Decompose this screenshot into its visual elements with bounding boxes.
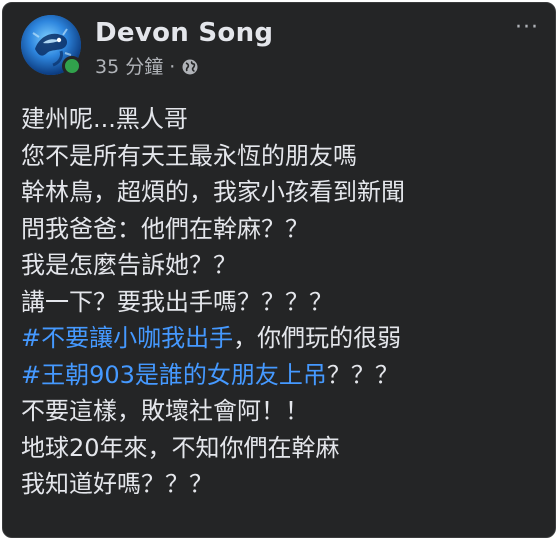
meta-separator: ·: [169, 56, 176, 78]
author-name[interactable]: Devon Song: [95, 17, 273, 49]
line-text: 幹林鳥，超煩的，我家小孩看到新聞: [21, 178, 405, 206]
post-line: 問我爸爸：他們在幹麻？？: [21, 211, 545, 248]
post-line: 您不是所有天王最永恆的朋友嗎: [21, 138, 545, 175]
post-header: Devon Song 35 分鐘 · ···: [21, 15, 543, 87]
post-line: 建州呢...黑人哥: [21, 101, 545, 138]
line-text: 地球20年來，不知你們在幹麻: [21, 433, 340, 462]
hashtag-link[interactable]: #不要讓小咖我出手: [21, 324, 233, 352]
post-card: Devon Song 35 分鐘 · ··· 建州呢...黑人哥 您不是所有天王…: [2, 2, 556, 538]
line-text: ，你們玩的很弱: [233, 324, 402, 352]
post-body: 建州呢...黑人哥 您不是所有天王最永恆的朋友嗎 幹林鳥，超煩的，我家小孩看到新…: [21, 101, 545, 503]
globe-icon[interactable]: [181, 58, 199, 76]
post-line: 不要這樣，敗壞社會阿！！: [21, 393, 545, 430]
line-text: 建州呢...黑人哥: [21, 105, 188, 133]
post-line: 地球20年來，不知你們在幹麻: [21, 430, 545, 467]
avatar[interactable]: [21, 15, 82, 76]
online-status-dot: [62, 56, 82, 76]
line-text: 我知道好嗎？？？: [21, 470, 213, 498]
post-timestamp[interactable]: 35 分鐘: [95, 55, 163, 79]
post-line: 我知道好嗎？？？: [21, 466, 545, 503]
line-text: 我是怎麼告訴她？？: [21, 251, 237, 279]
more-options-icon[interactable]: ···: [515, 17, 539, 39]
post-line: #王朝903是誰的女朋友上吊？？？: [21, 357, 545, 394]
post-line: 我是怎麼告訴她？？: [21, 247, 545, 284]
hashtag-link[interactable]: #王朝903是誰的女朋友上吊: [21, 361, 327, 389]
line-text: ？？？: [326, 360, 399, 389]
post-meta: 35 分鐘 ·: [95, 55, 199, 79]
line-text: 您不是所有天王最永恆的朋友嗎: [21, 141, 357, 170]
line-text: 不要這樣，敗壞社會阿！！: [21, 397, 309, 425]
post-line: 講一下？要我出手嗎？？？？: [21, 284, 545, 321]
line-text: 講一下？要我出手嗎？？？？: [21, 287, 333, 316]
line-text: 問我爸爸：他們在幹麻？？: [21, 214, 309, 243]
post-line: #不要讓小咖我出手，你們玩的很弱: [21, 320, 545, 357]
post-line: 幹林鳥，超煩的，我家小孩看到新聞: [21, 174, 545, 211]
